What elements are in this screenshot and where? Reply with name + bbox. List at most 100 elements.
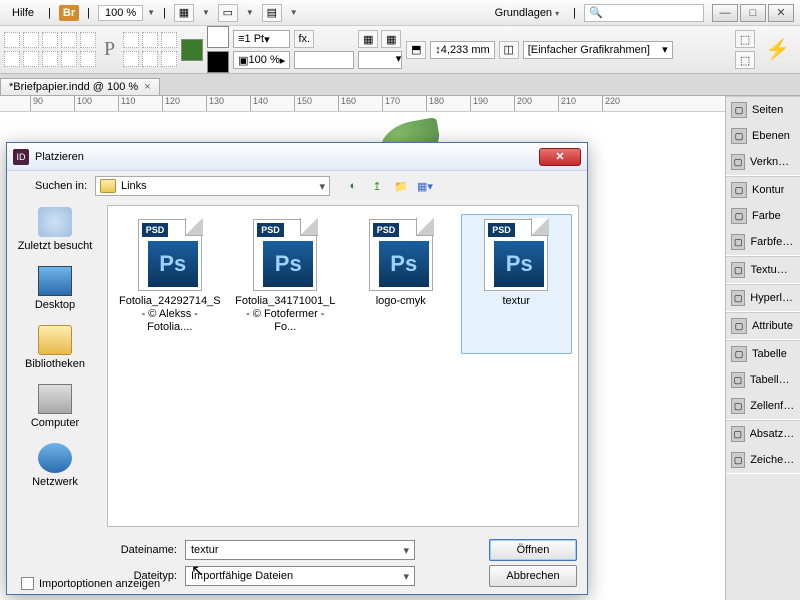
panel-icon: ▢	[731, 128, 747, 144]
folder-name: Links	[121, 180, 147, 192]
place-computer[interactable]: Computer	[31, 384, 79, 429]
panel-ebenen[interactable]: ▢Ebenen	[726, 123, 800, 149]
folder-icon	[100, 179, 116, 193]
file-item[interactable]: PSDPsFotolia_24292714_S - © Alekss - Fot…	[114, 214, 226, 354]
close-button[interactable]: ✕	[768, 4, 794, 22]
panel-label: Zellenfor...	[750, 400, 795, 412]
chevron-down-icon[interactable]: ▾	[319, 180, 325, 193]
minimize-button[interactable]: —	[712, 4, 738, 22]
panel-label: Farbfelder	[750, 236, 795, 248]
ruler-tick: 150	[294, 96, 312, 112]
stroke-weight-field[interactable]: ≡ 1 Pt ▾	[233, 30, 290, 48]
ruler-tick: 210	[558, 96, 576, 112]
back-icon[interactable]: ◐	[344, 177, 362, 195]
view-menu-icon[interactable]: ▦▾	[416, 177, 434, 195]
ruler-tick: 120	[162, 96, 180, 112]
arrange-icon[interactable]: ▤	[262, 4, 282, 22]
panel-seiten[interactable]: ▢Seiten	[726, 97, 800, 123]
menu-help[interactable]: Hilfe	[6, 5, 40, 21]
quick-apply-icon[interactable]: ⚡	[759, 37, 796, 62]
place-network[interactable]: Netzwerk	[32, 443, 78, 488]
maximize-button[interactable]: □	[740, 4, 766, 22]
document-tab[interactable]: *Briefpapier.indd @ 100 % ×	[0, 78, 160, 95]
panel-zeichenf[interactable]: ▢Zeichenf...	[726, 447, 800, 473]
panel-icon: ▢	[731, 346, 747, 362]
psd-icon: PSDPs	[369, 219, 433, 291]
workspace-switcher[interactable]: Grundlagen ▾	[489, 5, 566, 21]
fx-icon[interactable]: fx.	[294, 30, 314, 48]
filename-field[interactable]: textur▾	[185, 540, 415, 560]
corner-radius-field[interactable]: ↕ 4,233 mm	[430, 41, 494, 59]
psd-icon: PSDPs	[138, 219, 202, 291]
panel-icon: ▢	[731, 182, 747, 198]
psd-icon: PSDPs	[253, 219, 317, 291]
extra-icon-1[interactable]: ⬚	[735, 30, 755, 48]
cap-field[interactable]: ▾	[358, 51, 402, 69]
place-recent[interactable]: Zuletzt besucht	[18, 207, 93, 252]
search-input[interactable]: 🔍	[584, 4, 704, 22]
panel-verknpf[interactable]: ▢Verknüpf...	[726, 149, 800, 175]
indesign-icon: ID	[13, 149, 29, 165]
panel-label: Zeichenf...	[750, 454, 795, 466]
file-name: Fotolia_34171001_L - © Fotofermer - Fo..…	[235, 295, 336, 335]
panel-textumfl[interactable]: ▢Textumfl...	[726, 257, 800, 283]
corner-icon[interactable]: ⬒	[406, 41, 426, 59]
ruler-tick: 90	[30, 96, 43, 112]
panel-attribute[interactable]: ▢Attribute	[726, 313, 800, 339]
panel-farbe[interactable]: ▢Farbe	[726, 203, 800, 229]
up-icon[interactable]: ↥	[368, 177, 386, 195]
ruler-tick: 100	[74, 96, 92, 112]
place-desktop[interactable]: Desktop	[35, 266, 75, 311]
view-option-icon[interactable]: ▦	[174, 4, 194, 22]
panel-tabelle[interactable]: ▢Tabelle	[726, 341, 800, 367]
file-name: logo-cmyk	[376, 295, 426, 308]
document-tab-row: *Briefpapier.indd @ 100 % ×	[0, 74, 800, 96]
dialog-close-button[interactable]: ✕	[539, 148, 581, 166]
file-item[interactable]: PSDPs logo-cmyk	[345, 214, 456, 354]
panel-hyperlinks[interactable]: ▢Hyperlinks	[726, 285, 800, 311]
dialog-titlebar[interactable]: ID Platzieren ✕	[7, 143, 587, 171]
panel-farbfelder[interactable]: ▢Farbfelder	[726, 229, 800, 255]
file-item[interactable]: PSDPstextur	[461, 214, 573, 354]
cancel-button[interactable]: Abbrechen	[489, 565, 577, 587]
fill-swatch[interactable]	[181, 39, 203, 61]
new-folder-icon[interactable]: 📁	[392, 177, 410, 195]
tint-field[interactable]: ▣ 100 % ▸	[233, 51, 290, 69]
panel-tabellenf[interactable]: ▢Tabellenf...	[726, 367, 800, 393]
ruler-tick: 160	[338, 96, 356, 112]
ruler-tick: 180	[426, 96, 444, 112]
filetype-field[interactable]: Importfähige Dateien▾	[185, 566, 415, 586]
bridge-icon[interactable]: Br	[59, 5, 79, 21]
wrap2-icon[interactable]: ▦	[381, 30, 401, 48]
panel-label: Tabellenf...	[750, 374, 795, 386]
tab-close-icon[interactable]: ×	[144, 81, 150, 93]
wrap-icon[interactable]: ▦	[358, 30, 378, 48]
transform-tools[interactable]	[123, 32, 177, 67]
panel-label: Textumfl...	[750, 264, 795, 276]
panel-absatzfor[interactable]: ▢Absatzfor...	[726, 421, 800, 447]
object-style-icon[interactable]: ◫	[499, 41, 519, 59]
panel-zellenfor[interactable]: ▢Zellenfor...	[726, 393, 800, 419]
extra-icon-2[interactable]: ⬚	[735, 51, 755, 69]
object-style-field[interactable]: [Einfacher Grafikrahmen]▾	[523, 41, 673, 59]
file-item[interactable]: PSDPsFotolia_34171001_L - © Fotofermer -…	[230, 214, 341, 354]
panel-kontur[interactable]: ▢Kontur	[726, 177, 800, 203]
zoom-value[interactable]: 100 %	[98, 5, 143, 21]
file-list[interactable]: PSDPsFotolia_24292714_S - © Alekss - Fot…	[107, 205, 579, 527]
chevron-down-icon[interactable]: ▼	[147, 8, 155, 17]
zoom-control[interactable]: 100 % ▼	[98, 5, 155, 21]
horizontal-ruler: 9010011012013014015016017018019020021022…	[0, 96, 725, 112]
stroke-style-field[interactable]	[294, 51, 354, 69]
place-libraries[interactable]: Bibliotheken	[25, 325, 85, 370]
panel-icon: ▢	[731, 102, 747, 118]
anchor-tools[interactable]	[4, 32, 96, 67]
searchin-label: Suchen in:	[15, 180, 87, 192]
stroke-swatch[interactable]	[207, 26, 229, 48]
screen-mode-icon[interactable]: ▭	[218, 4, 238, 22]
open-button[interactable]: Öffnen	[489, 539, 577, 561]
folder-combobox[interactable]: Links ▾	[95, 176, 330, 196]
import-options-checkbox[interactable]	[21, 577, 34, 590]
swap-swatch[interactable]	[207, 51, 229, 73]
fill-stroke-swatches[interactable]	[181, 39, 203, 61]
import-options-row[interactable]: Importoptionen anzeigen	[21, 577, 160, 590]
